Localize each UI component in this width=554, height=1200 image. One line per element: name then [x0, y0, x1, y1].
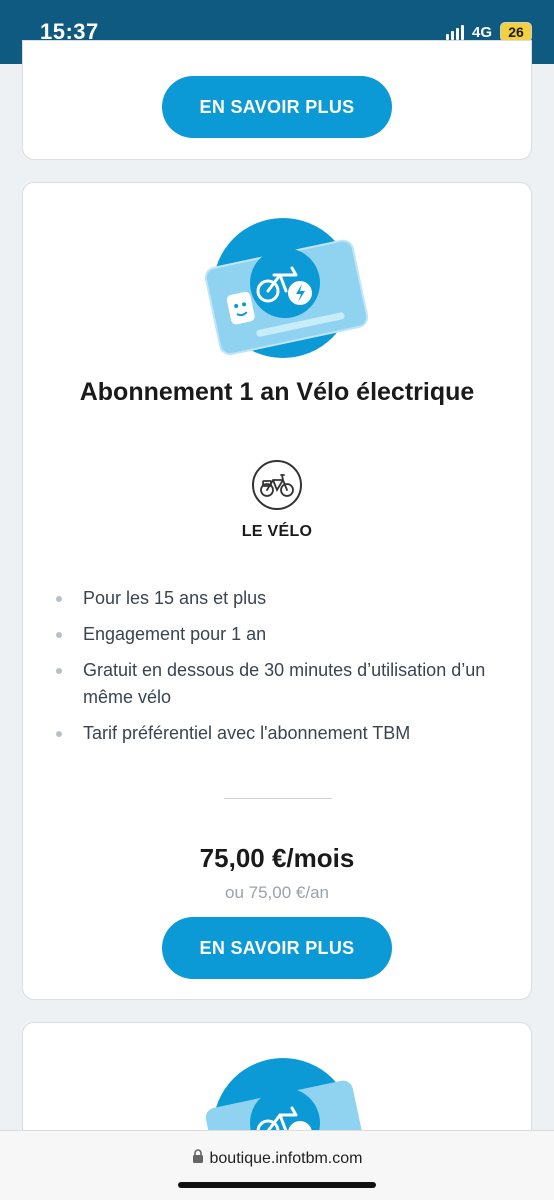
feature-item: Pour les 15 ans et plus: [53, 585, 513, 612]
bullet-icon: [56, 668, 62, 674]
divider: [224, 798, 332, 799]
bullet-icon: [56, 632, 62, 638]
battery-level: 26: [500, 22, 532, 42]
url-display[interactable]: boutique.infotbm.com: [0, 1149, 554, 1169]
learn-more-button[interactable]: EN SAVOIR PLUS: [162, 76, 392, 138]
bike-icon: [251, 459, 303, 511]
bike-card-icon: [188, 213, 369, 363]
category-label: LE VÉLO: [241, 523, 313, 540]
lock-icon: [192, 1149, 204, 1169]
network-type: 4G: [471, 23, 492, 41]
bullet-icon: [56, 596, 62, 602]
bullet-icon: [56, 731, 62, 737]
home-indicator: [178, 1182, 376, 1188]
feature-item: Tarif préférentiel avec l'abonnement TBM: [53, 720, 513, 747]
learn-more-button[interactable]: EN SAVOIR PLUS: [162, 917, 392, 979]
browser-url-bar[interactable]: boutique.infotbm.com: [0, 1130, 554, 1200]
signal-icon: [445, 24, 464, 40]
card-title: Abonnement 1 an Vélo électrique: [79, 378, 475, 406]
price-yearly: ou 75,00 €/an: [225, 883, 329, 902]
product-card-electric-bike: Abonnement 1 an Vélo électrique LE VÉLO …: [22, 182, 532, 1000]
feature-item: Engagement pour 1 an: [53, 621, 513, 648]
feature-list: Pour les 15 ans et plus Engagement pour …: [53, 585, 513, 756]
url-text: boutique.infotbm.com: [209, 1150, 363, 1167]
price-monthly: 75,00 €/mois: [199, 843, 355, 873]
status-indicators: 4G 26: [445, 22, 532, 42]
product-card-previous: EN SAVOIR PLUS: [22, 40, 532, 160]
feature-item: Gratuit en dessous de 30 minutes d’utili…: [53, 657, 513, 711]
